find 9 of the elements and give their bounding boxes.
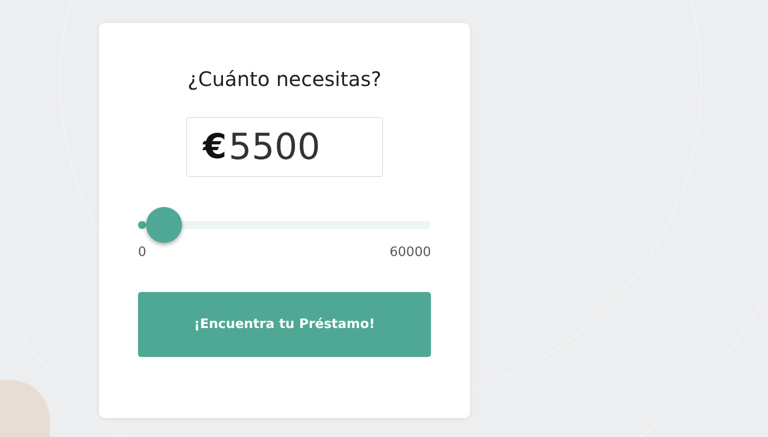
slider-thumb[interactable]	[146, 207, 182, 243]
amount-value: 5500	[228, 126, 320, 168]
photo-placeholder	[0, 380, 50, 437]
amount-field[interactable]: €5500	[186, 117, 383, 177]
card-title: ¿Cuánto necesitas?	[187, 67, 382, 91]
slider-min-label: 0	[138, 245, 146, 260]
slider-fill	[138, 221, 146, 229]
currency-symbol: €	[203, 127, 227, 167]
slider-max-label: 60000	[390, 245, 431, 260]
